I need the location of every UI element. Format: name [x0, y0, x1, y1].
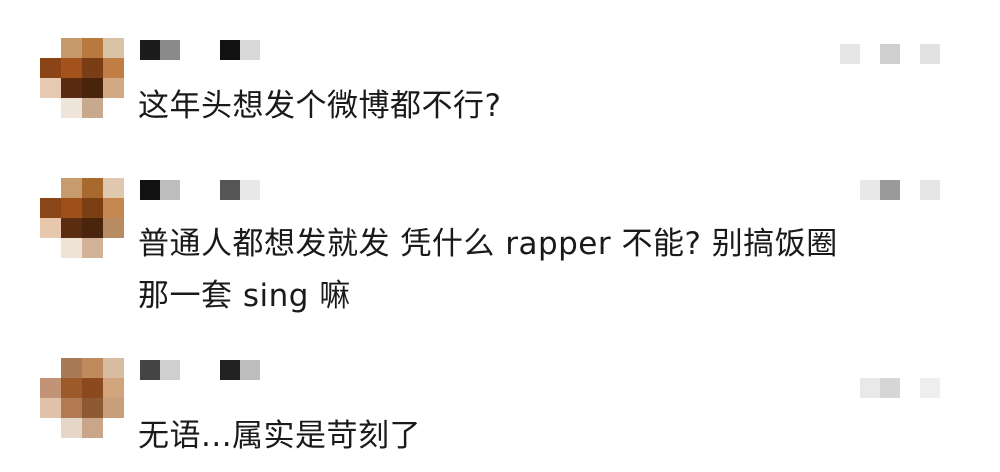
comment-item: 普通人都想发就发 凭什么 rapper 不能? 别搞饭圈 那一套 sing 嘛: [0, 178, 1000, 328]
comment-text-line: 普通人都想发就发 凭什么 rapper 不能? 别搞饭圈: [138, 226, 838, 262]
avatar-pixel: [103, 78, 124, 98]
meta-pixel: [880, 180, 900, 200]
comment-meta-pixelated: [840, 44, 940, 64]
meta-pixel: [840, 378, 860, 398]
username-pixel: [160, 360, 180, 380]
avatar-pixel: [103, 378, 124, 398]
avatar-pixel: [40, 38, 61, 58]
avatar-pixel: [103, 398, 124, 418]
avatar-pixel: [82, 218, 103, 238]
avatar[interactable]: [40, 38, 124, 118]
avatar-pixel: [61, 198, 82, 218]
avatar-pixel: [82, 378, 103, 398]
avatar-pixel: [61, 38, 82, 58]
avatar-pixel: [103, 218, 124, 238]
avatar-pixel: [40, 198, 61, 218]
comment-text-line: 那一套 sing 嘛: [138, 278, 351, 314]
username-pixel: [180, 40, 220, 60]
meta-pixel: [900, 180, 920, 200]
avatar-pixel: [61, 358, 82, 378]
username-pixel: [140, 360, 160, 380]
meta-pixel: [880, 378, 900, 398]
comment-text-line: 这年头想发个微博都不行?: [138, 88, 502, 124]
avatar-pixel: [40, 218, 61, 238]
meta-pixel: [900, 44, 920, 64]
avatar-pixel: [82, 198, 103, 218]
avatar-pixel: [40, 418, 61, 438]
avatar-pixel: [103, 38, 124, 58]
meta-pixel: [860, 44, 880, 64]
avatar-pixel: [40, 58, 61, 78]
avatar-pixel: [82, 38, 103, 58]
avatar-pixel: [82, 358, 103, 378]
avatar-pixel: [61, 238, 82, 258]
avatar-pixel: [103, 198, 124, 218]
meta-pixel: [920, 180, 940, 200]
avatar-pixel: [103, 178, 124, 198]
comment-meta-pixelated: [840, 378, 940, 398]
avatar[interactable]: [40, 358, 124, 438]
avatar-pixel: [40, 78, 61, 98]
username-pixelated[interactable]: [140, 40, 260, 60]
username-pixel: [180, 180, 220, 200]
avatar-pixel: [61, 178, 82, 198]
avatar-pixel: [40, 98, 61, 118]
avatar-pixel: [82, 398, 103, 418]
username-pixel: [240, 40, 260, 60]
meta-pixel: [920, 378, 940, 398]
avatar-pixel: [82, 58, 103, 78]
username-pixel: [160, 40, 180, 60]
username-pixel: [220, 40, 240, 60]
avatar-pixel: [61, 78, 82, 98]
avatar-pixel: [61, 58, 82, 78]
avatar-pixel: [40, 178, 61, 198]
comment-item: 这年头想发个微博都不行?: [0, 38, 1000, 138]
avatar-pixel: [40, 398, 61, 418]
username-pixel: [220, 360, 240, 380]
username-pixel: [140, 180, 160, 200]
avatar-pixel: [40, 238, 61, 258]
avatar-pixel: [82, 78, 103, 98]
avatar-pixel: [82, 418, 103, 438]
username-pixelated[interactable]: [140, 360, 260, 380]
meta-pixel: [900, 378, 920, 398]
avatar-pixel: [103, 358, 124, 378]
avatar-pixel: [82, 178, 103, 198]
avatar-pixel: [103, 98, 124, 118]
username-pixel: [240, 360, 260, 380]
avatar-pixel: [61, 418, 82, 438]
meta-pixel: [920, 44, 940, 64]
meta-pixel: [880, 44, 900, 64]
avatar-pixel: [40, 358, 61, 378]
avatar-pixel: [103, 418, 124, 438]
avatar-pixel: [61, 378, 82, 398]
comment-meta-pixelated: [840, 180, 940, 200]
avatar-pixel: [61, 218, 82, 238]
avatar-pixel: [82, 98, 103, 118]
meta-pixel: [840, 180, 860, 200]
username-pixel: [240, 180, 260, 200]
username-pixel: [160, 180, 180, 200]
username-pixel: [140, 40, 160, 60]
avatar-pixel: [40, 378, 61, 398]
meta-pixel: [860, 180, 880, 200]
avatar-pixel: [103, 58, 124, 78]
username-pixel: [180, 360, 220, 380]
avatar-pixel: [61, 98, 82, 118]
meta-pixel: [840, 44, 860, 64]
username-pixel: [220, 180, 240, 200]
avatar-pixel: [82, 238, 103, 258]
avatar-pixel: [61, 398, 82, 418]
avatar[interactable]: [40, 178, 124, 258]
avatar-pixel: [103, 238, 124, 258]
comment-text: 这年头想发个微博都不行?: [138, 80, 501, 132]
comment-text: 无语...属实是苛刻了: [138, 410, 421, 462]
meta-pixel: [860, 378, 880, 398]
comment-text-line: 无语...属实是苛刻了: [138, 418, 422, 454]
comment-text: 普通人都想发就发 凭什么 rapper 不能? 别搞饭圈 那一套 sing 嘛: [138, 218, 838, 322]
username-pixelated[interactable]: [140, 180, 260, 200]
comment-item: 无语...属实是苛刻了: [0, 358, 1000, 468]
